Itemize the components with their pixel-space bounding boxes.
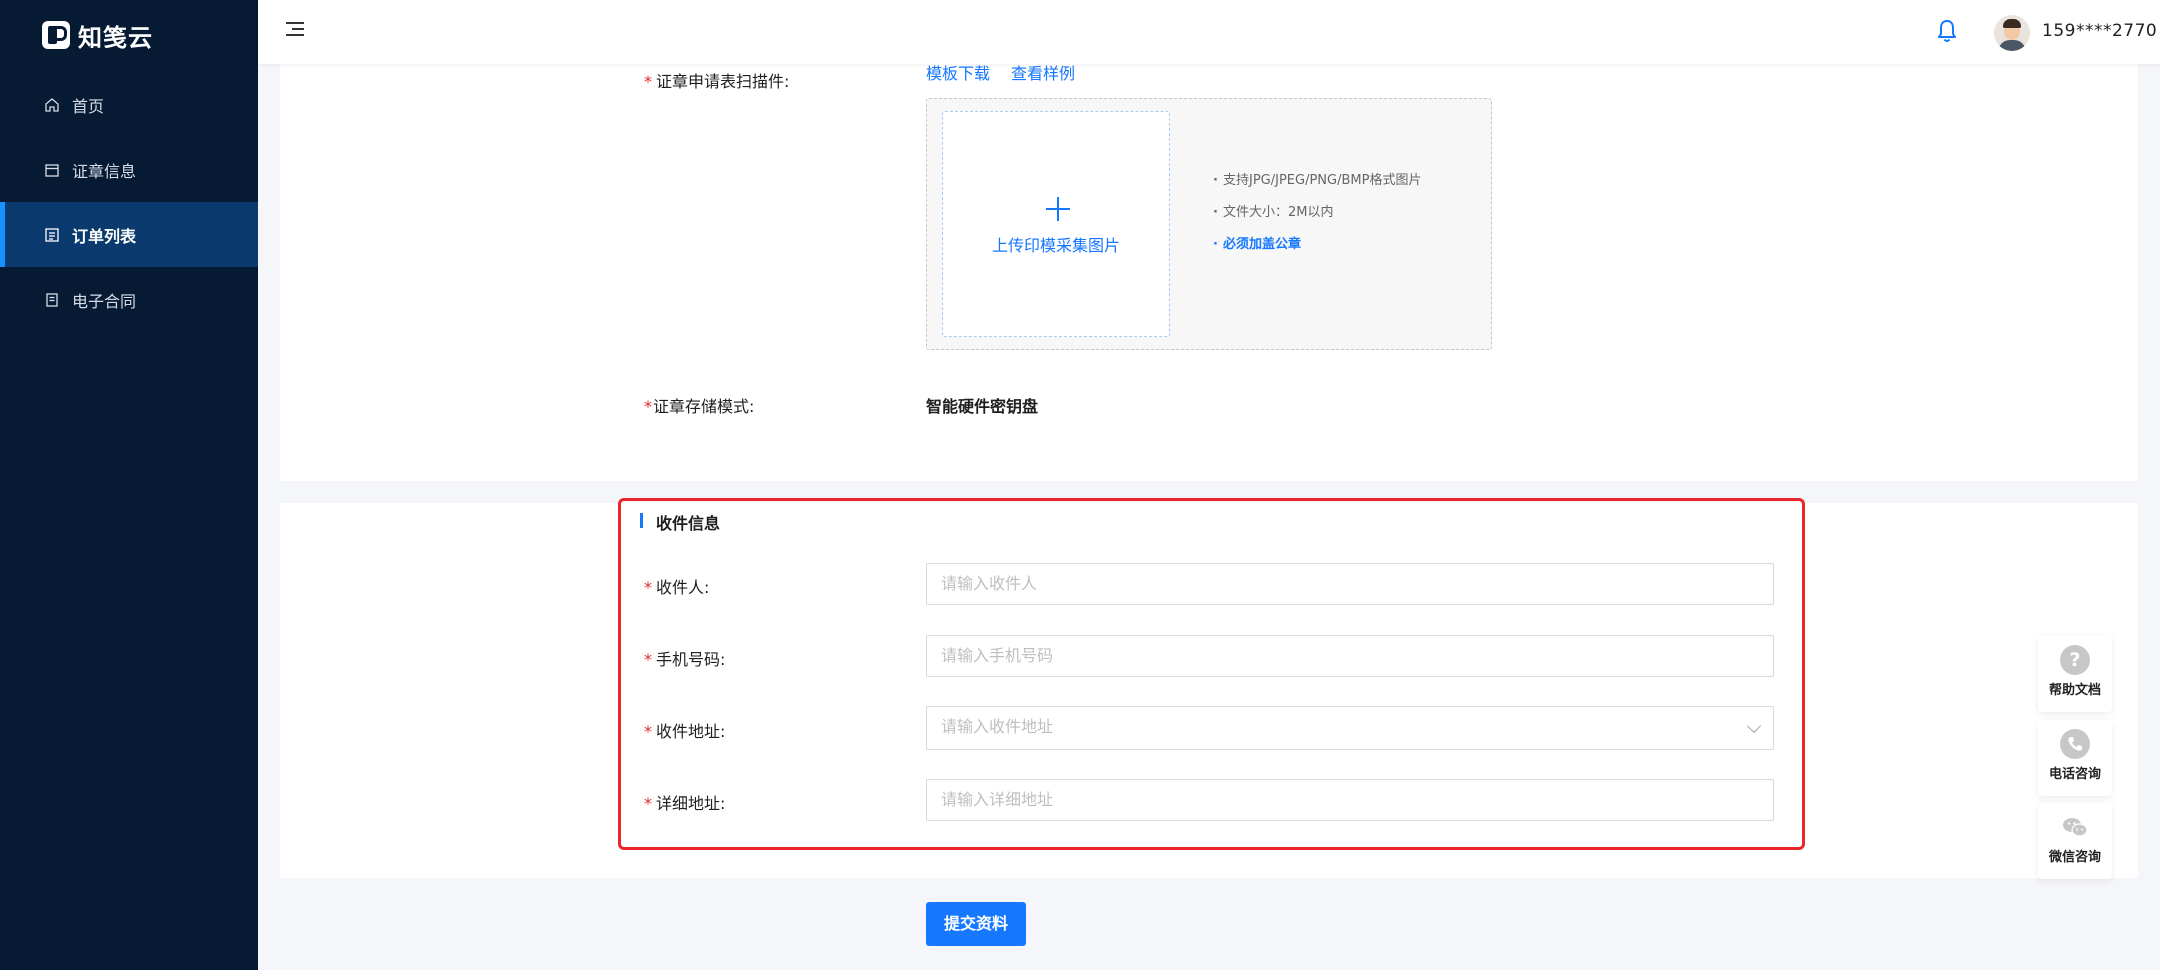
list-icon [45,227,59,242]
phone-icon [2060,729,2090,759]
address-select[interactable]: 请输入收件地址 [926,706,1774,750]
contract-icon [46,292,58,307]
storage-value: 智能硬件密钥盘 [926,397,1039,416]
phone-consult-label: 电话咨询 [2048,767,2101,782]
question-icon: ? [2060,645,2090,675]
sidebar-item-seal-info[interactable]: 证章信息 [0,137,258,202]
form-card-shipping [280,503,2138,878]
upload-area: 上传印模采集图片 支持JPG/JPEG/PNG/BMP格式图片 文件大小：2M以… [926,98,1492,350]
upload-button[interactable]: 上传印模采集图片 [942,111,1170,337]
recipient-label: * 收件人: [644,578,710,597]
address-label: * 收件地址: [644,722,726,741]
sidebar-item-label: 证章信息 [72,161,137,181]
tip-size: 文件大小：2M以内 [1213,203,1433,223]
logo-icon [42,21,70,49]
sidebar-item-label: 首页 [72,96,105,116]
detail-address-input[interactable]: 请输入详细地址 [926,779,1774,821]
sidebar: 知笺云 首页 证章信息 订单列表 电子合同 [0,0,258,970]
required-mark: * [644,650,652,669]
chevron-down-icon [1746,718,1762,734]
required-mark: * [644,72,652,91]
avatar[interactable] [1994,15,2030,51]
calendar-icon [45,163,59,177]
sidebar-item-order-list[interactable]: 订单列表 [0,202,258,267]
help-docs-button[interactable]: ? 帮助文档 [2038,636,2112,712]
home-icon [45,97,59,112]
phone-label: * 手机号码: [644,650,726,669]
scan-label: * 证章申请表扫描件: [644,72,790,91]
username[interactable]: 159****2770 [2042,21,2157,41]
wechat-icon [2060,812,2090,842]
plus-icon [1046,197,1070,221]
recipient-input[interactable]: 请输入收件人 [926,563,1774,605]
required-mark: * [644,794,652,813]
section-title-shipping: 收件信息 [640,510,720,534]
wechat-consult-label: 微信咨询 [2048,850,2101,865]
phone-input[interactable]: 请输入手机号码 [926,635,1774,677]
sidebar-item-home[interactable]: 首页 [0,72,258,137]
logo[interactable]: 知笺云 [42,18,153,52]
tip-stamp: 必须加盖公章 [1213,235,1433,255]
help-docs-label: 帮助文档 [2048,683,2101,698]
address-placeholder: 请输入收件地址 [941,717,1054,736]
upload-tips: 支持JPG/JPEG/PNG/BMP格式图片 文件大小：2M以内 必须加盖公章 [1213,171,1433,267]
menu-toggle-icon[interactable] [286,22,304,38]
required-mark: * [644,722,652,741]
wechat-consult-button[interactable]: 微信咨询 [2038,803,2112,879]
required-mark: * [644,397,652,416]
tip-format: 支持JPG/JPEG/PNG/BMP格式图片 [1213,171,1433,191]
detail-address-label: * 详细地址: [644,794,726,813]
submit-button[interactable]: 提交资料 [926,902,1026,946]
bell-icon[interactable] [1936,18,1958,44]
logo-text: 知笺云 [78,23,153,52]
phone-consult-button[interactable]: 电话咨询 [2038,720,2112,796]
sidebar-nav: 首页 证章信息 订单列表 电子合同 [0,72,258,332]
upload-text: 上传印模采集图片 [991,236,1120,255]
required-mark: * [644,578,652,597]
sidebar-item-label: 订单列表 [72,226,137,246]
sidebar-item-e-contract[interactable]: 电子合同 [0,267,258,332]
storage-label: *证章存储模式: [644,397,755,416]
sidebar-item-label: 电子合同 [72,291,137,311]
top-header: 159****2770 [258,0,2160,64]
